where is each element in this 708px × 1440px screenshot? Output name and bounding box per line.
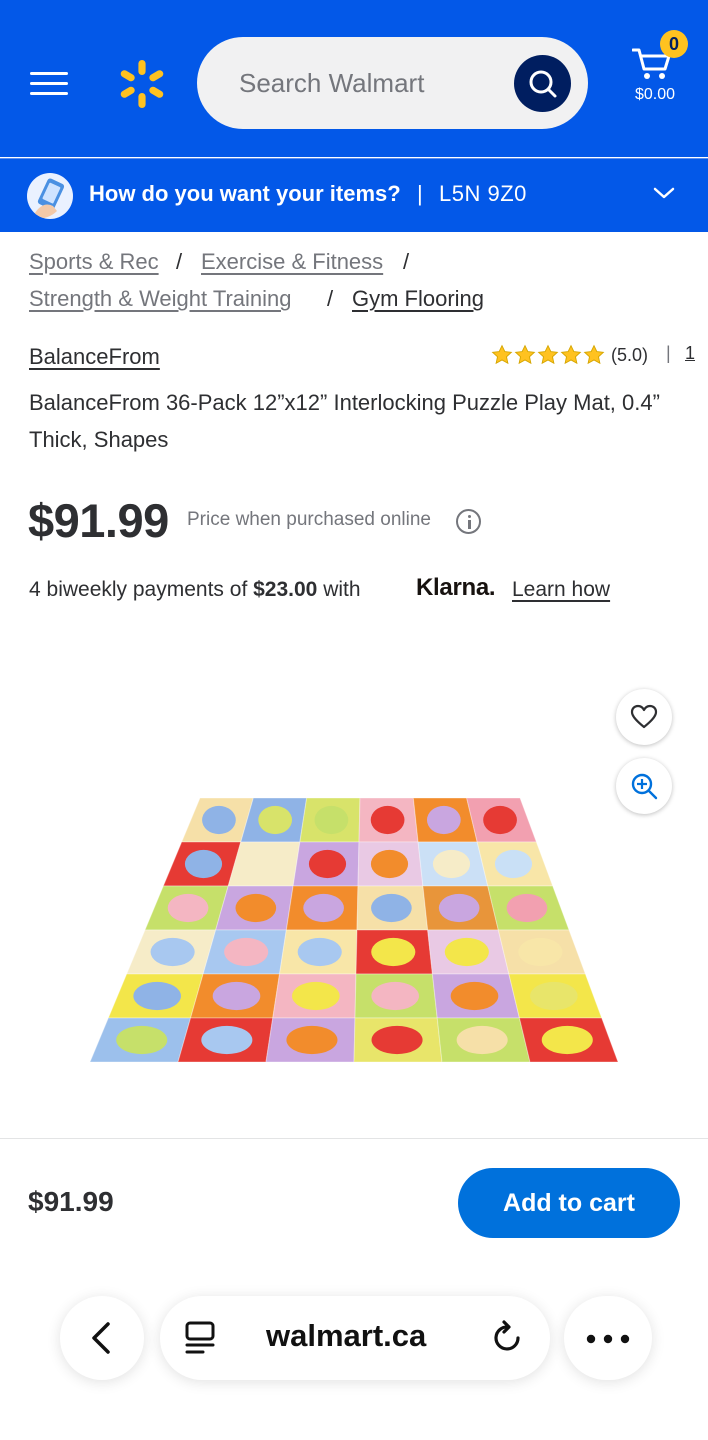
mat-shape <box>167 893 209 923</box>
mat-shape <box>201 1025 253 1055</box>
bottom-price: $91.99 <box>28 1186 114 1217</box>
reload-icon[interactable] <box>490 1318 526 1356</box>
star-icon <box>491 344 513 365</box>
review-count-link[interactable]: 1 <box>685 343 695 364</box>
mat-shape <box>432 849 471 879</box>
delivery-question: How do you want your items? <box>89 181 401 206</box>
postal-code: L5N 9Z0 <box>439 181 527 206</box>
mat-shape <box>426 805 461 835</box>
zoom-button[interactable] <box>616 758 672 814</box>
price-note: Price when purchased online <box>187 509 431 530</box>
mat-shape <box>212 981 261 1011</box>
url-text: walmart.ca <box>266 1318 427 1353</box>
klarna-payment-text: 4 biweekly payments of $23.00 with <box>29 578 361 602</box>
breadcrumb-sports-rec[interactable]: Sports & Rec <box>29 249 159 275</box>
mat-shape <box>371 893 412 923</box>
breadcrumb-separator: / <box>327 286 334 311</box>
favorite-button[interactable] <box>616 689 672 745</box>
mat-shape <box>371 937 416 967</box>
klarna-prefix: 4 biweekly payments of <box>29 578 248 601</box>
tabs-icon <box>185 1321 215 1354</box>
menu-icon[interactable] <box>28 68 70 100</box>
mat-shape <box>450 981 499 1011</box>
mat-shape <box>308 849 347 879</box>
delivery-bar[interactable]: How do you want your items? | L5N 9Z0 <box>0 158 708 232</box>
mat-shape <box>292 981 340 1011</box>
mat-shape <box>303 893 344 923</box>
klarna-logo: Klarna. <box>416 574 496 601</box>
breadcrumb-separator: / <box>403 249 410 274</box>
mat-shape <box>286 1025 338 1055</box>
rating[interactable]: (5.0) <box>491 343 648 367</box>
walmart-spark-logo[interactable] <box>116 58 168 110</box>
rating-value: (5.0) <box>611 344 649 365</box>
zoom-in-icon <box>631 773 658 800</box>
mat-shape <box>224 937 269 967</box>
back-icon <box>92 1322 110 1354</box>
mat-shape <box>456 1025 508 1055</box>
mat-shape <box>483 805 517 835</box>
star-icon <box>514 344 536 365</box>
mat-shape <box>518 937 563 967</box>
brand-link[interactable]: BalanceFrom <box>29 344 160 370</box>
breadcrumb-strength-training[interactable]: Strength & Weight Training <box>29 286 292 312</box>
breadcrumb-separator: / <box>176 249 183 274</box>
delivery-icon <box>27 173 73 219</box>
info-icon[interactable] <box>456 509 481 534</box>
star-icon <box>537 344 559 365</box>
mat-shape <box>494 849 533 879</box>
search-bar <box>197 37 588 129</box>
search-button[interactable] <box>514 55 571 112</box>
add-to-cart-button[interactable]: Add to cart <box>458 1168 680 1238</box>
search-icon <box>529 70 557 98</box>
star-icon <box>583 344 605 365</box>
mat-shape <box>506 893 548 923</box>
mat-shape <box>150 937 195 967</box>
mat-shape <box>297 937 342 967</box>
breadcrumb-gym-flooring[interactable]: Gym Flooring <box>352 286 484 312</box>
mat-shape <box>371 1025 423 1055</box>
mat-shape <box>541 1025 593 1055</box>
mat-shape <box>184 849 223 879</box>
klarna-with: with <box>323 578 361 601</box>
search-input[interactable] <box>239 37 509 129</box>
header: 0 $0.00 <box>0 0 708 157</box>
chevron-down-icon <box>653 187 675 199</box>
product-price: $91.99 <box>28 494 169 547</box>
product-image[interactable] <box>88 790 620 1070</box>
divider <box>0 1138 708 1139</box>
mat-shape <box>530 981 578 1011</box>
mat-shape <box>202 805 236 835</box>
more-icon <box>586 1334 630 1344</box>
mat-shape <box>246 849 285 879</box>
breadcrumb-exercise-fitness[interactable]: Exercise & Fitness <box>201 249 383 275</box>
delivery-separator: | <box>417 181 423 206</box>
product-title: BalanceFrom 36-Pack 12”x12” Interlocking… <box>29 390 660 452</box>
mat-shape <box>133 981 181 1011</box>
mat-shape <box>314 805 349 835</box>
rating-stars <box>491 344 605 366</box>
mat-shape <box>371 981 419 1011</box>
cart-count-badge: 0 <box>660 30 688 58</box>
rating-separator: | <box>666 343 671 363</box>
klarna-amount: $23.00 <box>253 578 318 601</box>
mat-shape <box>444 937 489 967</box>
back-button[interactable] <box>60 1296 144 1380</box>
mat-shape <box>116 1025 168 1055</box>
more-button[interactable] <box>564 1296 652 1380</box>
cart-button[interactable]: 0 $0.00 <box>622 30 692 110</box>
mat-shape <box>235 893 277 923</box>
cart-total: $0.00 <box>634 86 676 103</box>
klarna-learn-how-link[interactable]: Learn how <box>512 578 610 602</box>
mat-shape <box>370 849 409 879</box>
mat-shape <box>258 805 293 835</box>
mat-shape <box>370 805 405 835</box>
star-icon <box>560 344 582 365</box>
heart-icon <box>630 704 658 729</box>
mat-shape <box>438 893 480 923</box>
